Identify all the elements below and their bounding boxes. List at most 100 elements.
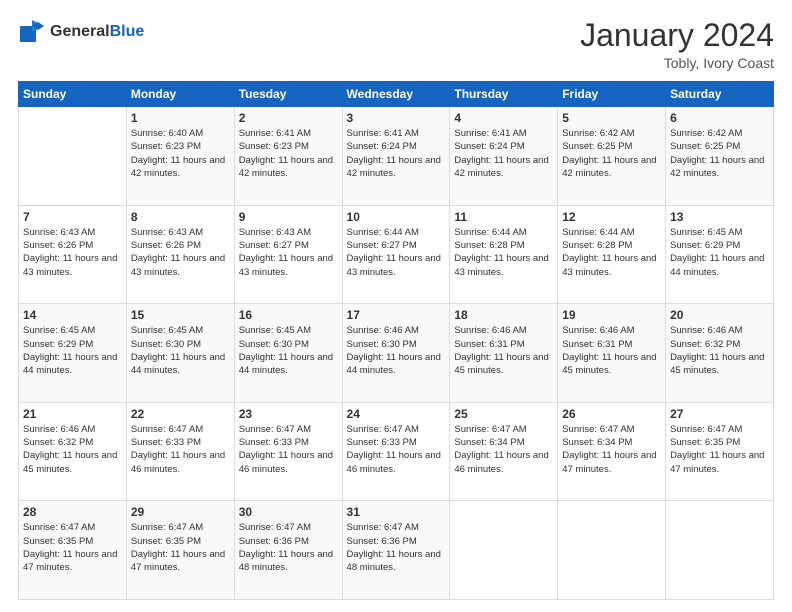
day-cell: 14 Sunrise: 6:45 AMSunset: 6:29 PMDayligh… xyxy=(19,304,127,403)
day-number: 26 xyxy=(562,407,661,421)
day-info: Sunrise: 6:47 AMSunset: 6:36 PMDaylight:… xyxy=(347,521,446,574)
day-info: Sunrise: 6:45 AMSunset: 6:30 PMDaylight:… xyxy=(131,324,230,377)
day-number: 15 xyxy=(131,308,230,322)
day-cell xyxy=(666,501,774,600)
title-block: January 2024 Tobly, Ivory Coast xyxy=(580,18,774,71)
day-info: Sunrise: 6:44 AMSunset: 6:27 PMDaylight:… xyxy=(347,226,446,279)
day-info: Sunrise: 6:47 AMSunset: 6:36 PMDaylight:… xyxy=(239,521,338,574)
day-number: 17 xyxy=(347,308,446,322)
day-info: Sunrise: 6:47 AMSunset: 6:35 PMDaylight:… xyxy=(23,521,122,574)
day-number: 31 xyxy=(347,505,446,519)
day-info: Sunrise: 6:47 AMSunset: 6:35 PMDaylight:… xyxy=(670,423,769,476)
day-info: Sunrise: 6:41 AMSunset: 6:23 PMDaylight:… xyxy=(239,127,338,180)
day-cell: 2 Sunrise: 6:41 AMSunset: 6:23 PMDaylight… xyxy=(234,107,342,206)
day-number: 11 xyxy=(454,210,553,224)
day-number: 23 xyxy=(239,407,338,421)
day-cell: 11Sunrise: 6:44 AMSunset: 6:28 PMDayligh… xyxy=(450,205,558,304)
day-number: 16 xyxy=(239,308,338,322)
header: GeneralBlue January 2024 Tobly, Ivory Co… xyxy=(18,18,774,71)
day-info: Sunrise: 6:45 AMSunset: 6:29 PMDaylight:… xyxy=(670,226,769,279)
day-number: 25 xyxy=(454,407,553,421)
day-cell: 31 Sunrise: 6:47 AMSunset: 6:36 PMDayligh… xyxy=(342,501,450,600)
day-cell: 3Sunrise: 6:41 AMSunset: 6:24 PMDaylight… xyxy=(342,107,450,206)
day-cell: 29Sunrise: 6:47 AMSunset: 6:35 PMDayligh… xyxy=(126,501,234,600)
day-cell: 13 Sunrise: 6:45 AMSunset: 6:29 PMDayligh… xyxy=(666,205,774,304)
day-info: Sunrise: 6:44 AMSunset: 6:28 PMDaylight:… xyxy=(562,226,661,279)
day-number: 27 xyxy=(670,407,769,421)
day-number: 30 xyxy=(239,505,338,519)
day-cell: 21 Sunrise: 6:46 AMSunset: 6:32 PMDayligh… xyxy=(19,402,127,501)
day-cell: 24Sunrise: 6:47 AMSunset: 6:33 PMDayligh… xyxy=(342,402,450,501)
day-info: Sunrise: 6:46 AMSunset: 6:30 PMDaylight:… xyxy=(347,324,446,377)
weekday-header-monday: Monday xyxy=(126,82,234,107)
day-number: 1 xyxy=(131,111,230,125)
day-number: 13 xyxy=(670,210,769,224)
week-row-5: 28 Sunrise: 6:47 AMSunset: 6:35 PMDayligh… xyxy=(19,501,774,600)
weekday-header-tuesday: Tuesday xyxy=(234,82,342,107)
day-info: Sunrise: 6:43 AMSunset: 6:26 PMDaylight:… xyxy=(131,226,230,279)
day-cell: 16Sunrise: 6:45 AMSunset: 6:30 PMDayligh… xyxy=(234,304,342,403)
day-number: 10 xyxy=(347,210,446,224)
day-cell: 12Sunrise: 6:44 AMSunset: 6:28 PMDayligh… xyxy=(558,205,666,304)
day-info: Sunrise: 6:46 AMSunset: 6:32 PMDaylight:… xyxy=(670,324,769,377)
day-number: 6 xyxy=(670,111,769,125)
day-info: Sunrise: 6:41 AMSunset: 6:24 PMDaylight:… xyxy=(347,127,446,180)
day-cell: 1 Sunrise: 6:40 AMSunset: 6:23 PMDaylight… xyxy=(126,107,234,206)
day-info: Sunrise: 6:47 AMSunset: 6:34 PMDaylight:… xyxy=(454,423,553,476)
weekday-header-friday: Friday xyxy=(558,82,666,107)
calendar-table: SundayMondayTuesdayWednesdayThursdayFrid… xyxy=(18,81,774,600)
day-number: 20 xyxy=(670,308,769,322)
day-number: 4 xyxy=(454,111,553,125)
week-row-2: 7 Sunrise: 6:43 AMSunset: 6:26 PMDaylight… xyxy=(19,205,774,304)
day-number: 2 xyxy=(239,111,338,125)
day-info: Sunrise: 6:47 AMSunset: 6:33 PMDaylight:… xyxy=(239,423,338,476)
day-cell: 26 Sunrise: 6:47 AMSunset: 6:34 PMDayligh… xyxy=(558,402,666,501)
day-number: 28 xyxy=(23,505,122,519)
day-number: 18 xyxy=(454,308,553,322)
day-number: 5 xyxy=(562,111,661,125)
day-info: Sunrise: 6:46 AMSunset: 6:32 PMDaylight:… xyxy=(23,423,122,476)
day-cell xyxy=(450,501,558,600)
day-cell: 18 Sunrise: 6:46 AMSunset: 6:31 PMDayligh… xyxy=(450,304,558,403)
day-info: Sunrise: 6:47 AMSunset: 6:34 PMDaylight:… xyxy=(562,423,661,476)
day-cell: 22Sunrise: 6:47 AMSunset: 6:33 PMDayligh… xyxy=(126,402,234,501)
day-cell: 7Sunrise: 6:43 AMSunset: 6:26 PMDaylight… xyxy=(19,205,127,304)
day-cell: 5 Sunrise: 6:42 AMSunset: 6:25 PMDaylight… xyxy=(558,107,666,206)
day-cell: 28 Sunrise: 6:47 AMSunset: 6:35 PMDayligh… xyxy=(19,501,127,600)
day-info: Sunrise: 6:42 AMSunset: 6:25 PMDaylight:… xyxy=(562,127,661,180)
weekday-header-thursday: Thursday xyxy=(450,82,558,107)
day-cell: 6Sunrise: 6:42 AMSunset: 6:25 PMDaylight… xyxy=(666,107,774,206)
day-number: 21 xyxy=(23,407,122,421)
day-cell xyxy=(19,107,127,206)
day-cell: 10 Sunrise: 6:44 AMSunset: 6:27 PMDayligh… xyxy=(342,205,450,304)
weekday-header-wednesday: Wednesday xyxy=(342,82,450,107)
weekday-header-row: SundayMondayTuesdayWednesdayThursdayFrid… xyxy=(19,82,774,107)
day-number: 24 xyxy=(347,407,446,421)
day-number: 14 xyxy=(23,308,122,322)
week-row-4: 21 Sunrise: 6:46 AMSunset: 6:32 PMDayligh… xyxy=(19,402,774,501)
day-info: Sunrise: 6:41 AMSunset: 6:24 PMDaylight:… xyxy=(454,127,553,180)
day-info: Sunrise: 6:46 AMSunset: 6:31 PMDaylight:… xyxy=(454,324,553,377)
day-number: 9 xyxy=(239,210,338,224)
weekday-header-sunday: Sunday xyxy=(19,82,127,107)
day-cell: 25 Sunrise: 6:47 AMSunset: 6:34 PMDayligh… xyxy=(450,402,558,501)
day-info: Sunrise: 6:45 AMSunset: 6:29 PMDaylight:… xyxy=(23,324,122,377)
day-info: Sunrise: 6:47 AMSunset: 6:35 PMDaylight:… xyxy=(131,521,230,574)
day-cell: 20 Sunrise: 6:46 AMSunset: 6:32 PMDayligh… xyxy=(666,304,774,403)
day-number: 7 xyxy=(23,210,122,224)
day-cell: 9Sunrise: 6:43 AMSunset: 6:27 PMDaylight… xyxy=(234,205,342,304)
day-info: Sunrise: 6:46 AMSunset: 6:31 PMDaylight:… xyxy=(562,324,661,377)
day-cell: 4 Sunrise: 6:41 AMSunset: 6:24 PMDaylight… xyxy=(450,107,558,206)
day-cell: 17 Sunrise: 6:46 AMSunset: 6:30 PMDayligh… xyxy=(342,304,450,403)
day-number: 22 xyxy=(131,407,230,421)
day-info: Sunrise: 6:40 AMSunset: 6:23 PMDaylight:… xyxy=(131,127,230,180)
calendar-body: 1 Sunrise: 6:40 AMSunset: 6:23 PMDaylight… xyxy=(19,107,774,600)
day-number: 8 xyxy=(131,210,230,224)
logo: GeneralBlue xyxy=(18,18,144,46)
location: Tobly, Ivory Coast xyxy=(580,55,774,71)
day-cell: 19Sunrise: 6:46 AMSunset: 6:31 PMDayligh… xyxy=(558,304,666,403)
day-cell: 8 Sunrise: 6:43 AMSunset: 6:26 PMDaylight… xyxy=(126,205,234,304)
calendar-page: GeneralBlue January 2024 Tobly, Ivory Co… xyxy=(0,0,792,612)
week-row-3: 14 Sunrise: 6:45 AMSunset: 6:29 PMDayligh… xyxy=(19,304,774,403)
day-cell: 27 Sunrise: 6:47 AMSunset: 6:35 PMDayligh… xyxy=(666,402,774,501)
